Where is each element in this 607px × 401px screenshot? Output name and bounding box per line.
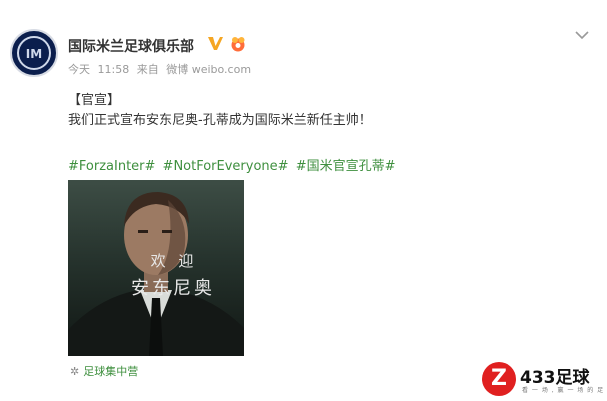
watermark-logo: Z: [482, 362, 516, 396]
client-link[interactable]: 微博 weibo.com: [166, 63, 251, 76]
source-label: 足球集中营: [83, 365, 139, 378]
source-link[interactable]: ✲ 足球集中营: [70, 363, 138, 379]
club-logo-icon: IM: [26, 47, 42, 61]
post-time[interactable]: 11:58: [98, 63, 130, 76]
svg-text:IM: IM: [26, 47, 42, 61]
image-caption-welcome: 欢 迎: [150, 252, 198, 270]
source-prefix: 来自: [136, 63, 159, 76]
post-text-line2: 我们正式宣布安东尼奥-孔蒂成为国际米兰新任主帅！: [68, 113, 372, 128]
hashtag-forzainter[interactable]: #ForzaInter#: [68, 159, 155, 174]
vip-badge-icon[interactable]: [229, 36, 247, 52]
post-day: 今天: [68, 63, 90, 76]
watermark-subtitle: 看 一 场 , 赢 一 场 的 足 球 资 讯: [522, 387, 607, 394]
post-text-line1: 【官宣】: [68, 93, 121, 108]
verified-v-icon: [208, 37, 223, 50]
club-avatar[interactable]: IM: [10, 29, 58, 77]
hashtag-row: #ForzaInter# #NotForEveryone# #国米官宣孔蒂#: [68, 155, 399, 174]
site-watermark: Z 433足球 看 一 场 , 赢 一 场 的 足 球 资 讯: [482, 362, 607, 396]
chevron-down-icon[interactable]: [575, 30, 589, 40]
hashtag-conte[interactable]: #国米官宣孔蒂#: [296, 159, 396, 174]
flower-icon: ✲: [70, 365, 80, 378]
image-caption-name: 安东尼奥: [131, 278, 215, 299]
hashtag-notforeveryone[interactable]: #NotForEveryone#: [163, 159, 289, 174]
post-meta: 今天 11:58 来自 微博 weibo.com: [68, 61, 255, 77]
post-image[interactable]: 欢 迎 安东尼奥: [68, 180, 244, 356]
account-name[interactable]: 国际米兰足球俱乐部: [68, 36, 194, 56]
